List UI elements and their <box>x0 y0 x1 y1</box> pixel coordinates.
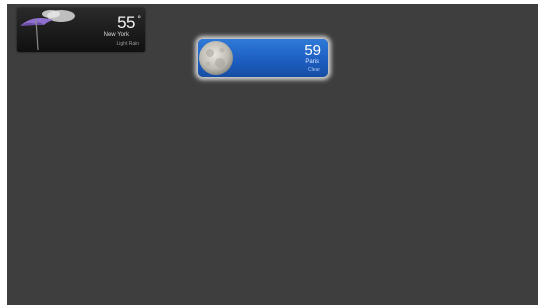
condition-label: Light Rain <box>116 41 139 47</box>
umbrella-icon <box>20 10 75 51</box>
degree-symbol: ° <box>137 14 141 24</box>
temperature-value: 55 <box>117 13 135 32</box>
moon-icon <box>199 41 233 75</box>
desktop-background: 55 ° New York Light Rain 59 Paris Clear <box>7 4 538 305</box>
condition-label: Clear <box>308 67 320 73</box>
weather-widget-dark[interactable]: 55 ° New York Light Rain <box>17 8 145 52</box>
location-label: New York <box>103 32 129 38</box>
temperature-value: 59 <box>304 42 321 59</box>
location-label: Paris <box>305 59 319 65</box>
weather-widget-blue[interactable]: 59 Paris Clear <box>198 39 328 77</box>
